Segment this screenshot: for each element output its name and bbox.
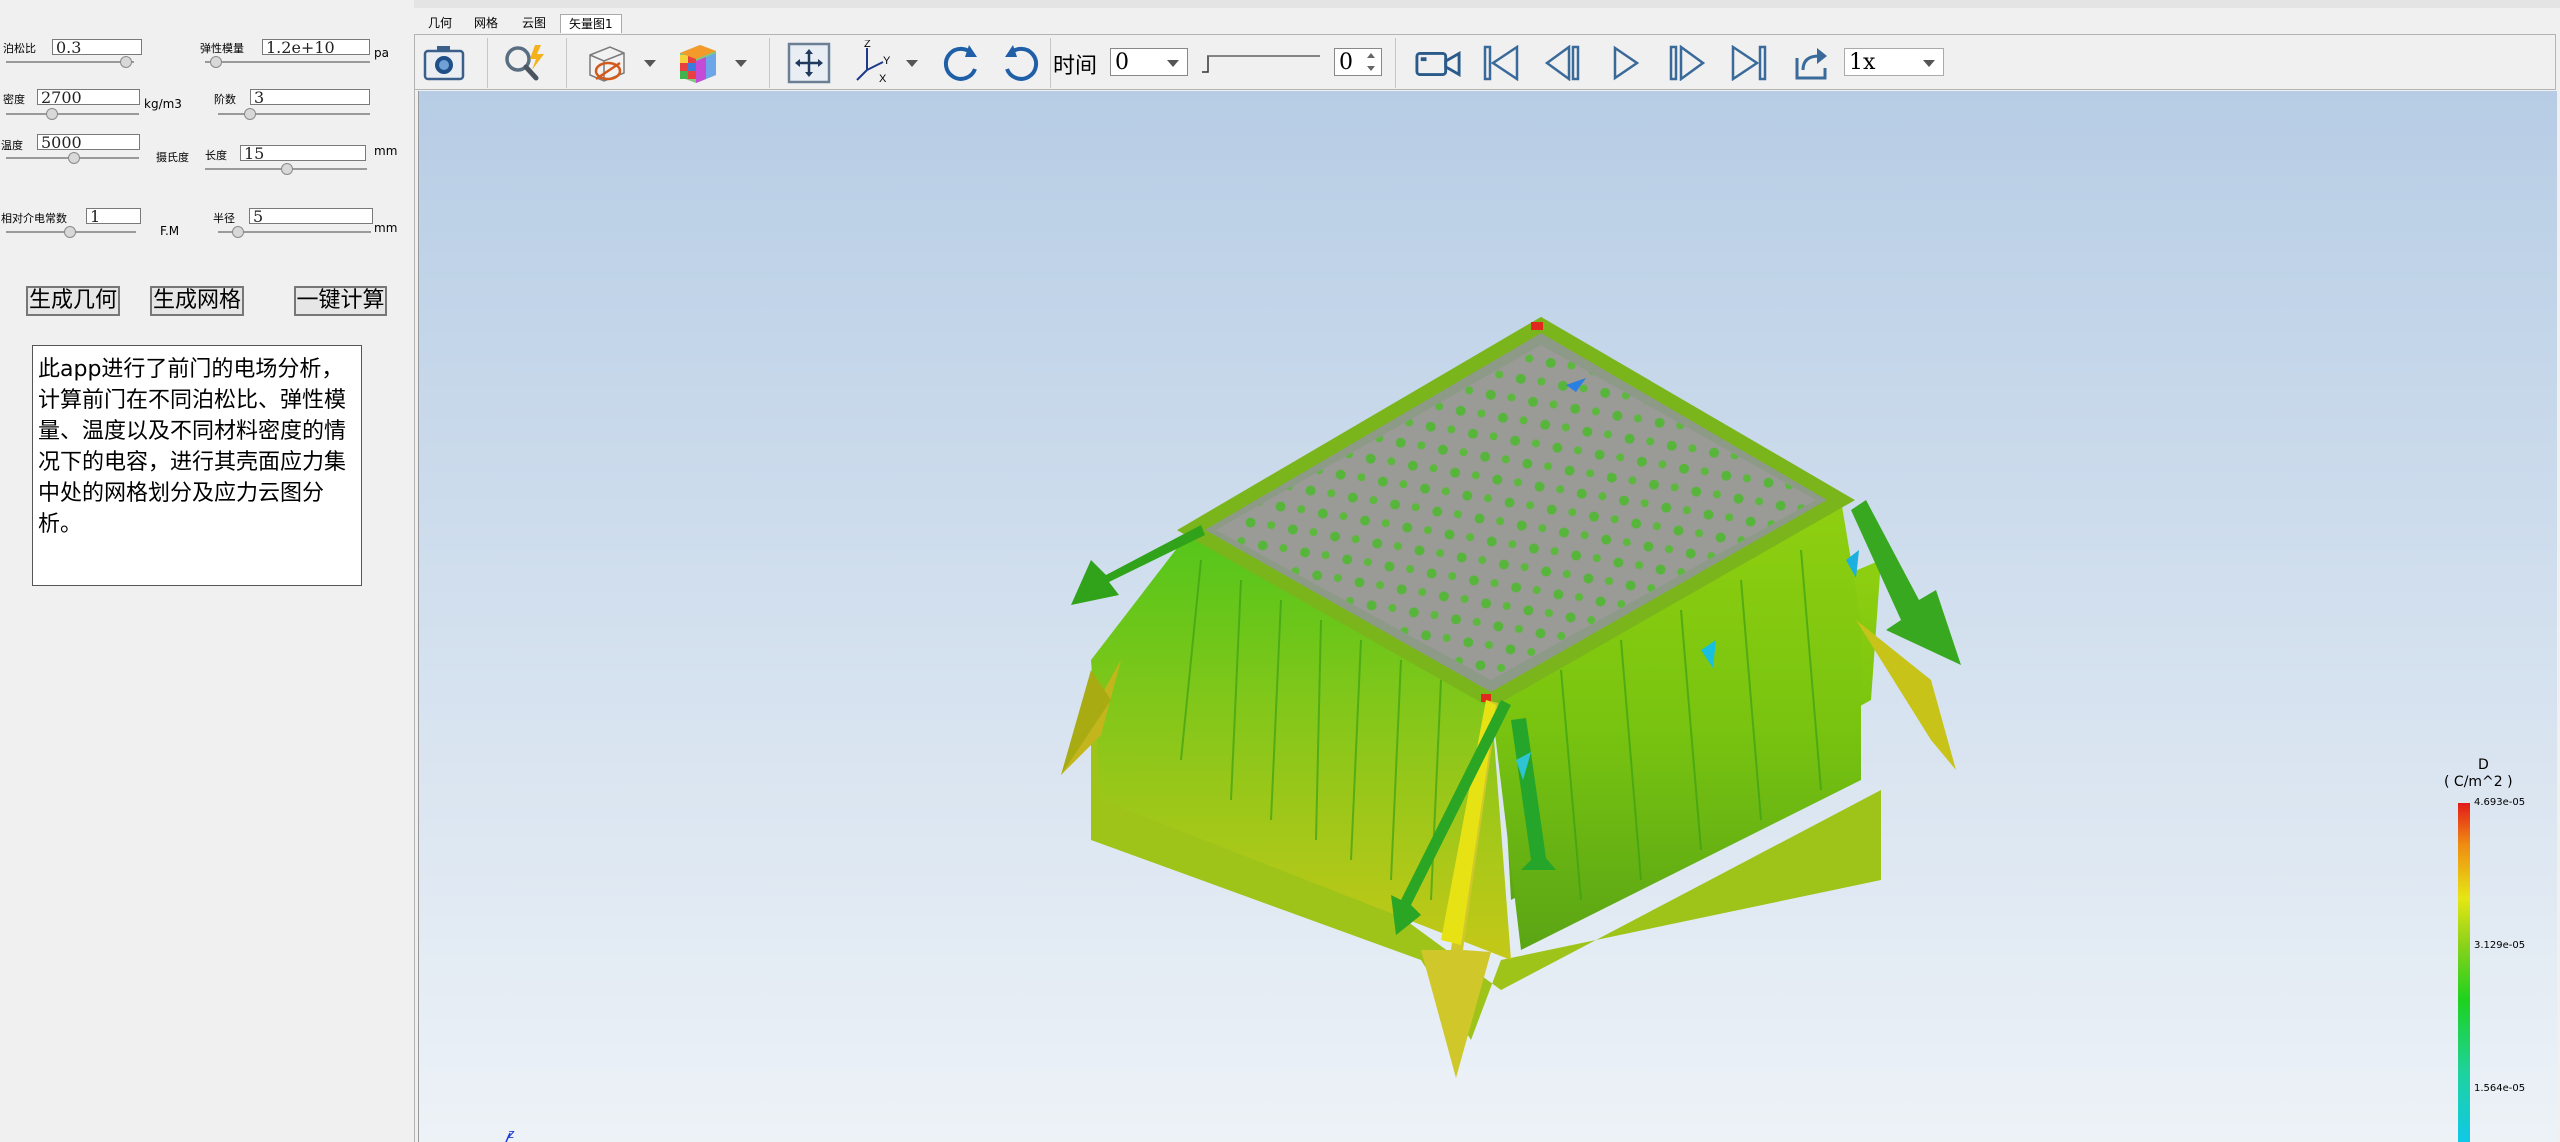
time-slider[interactable] <box>1202 52 1320 74</box>
first-frame-icon[interactable] <box>1478 40 1524 86</box>
toolbar-separator <box>487 38 488 88</box>
frame-spinbox[interactable]: 0 <box>1334 48 1382 76</box>
modulus-input[interactable]: 1.2e+10 <box>262 39 370 55</box>
tab-vector-plot[interactable]: 矢量图1 <box>560 14 622 33</box>
temperature-input[interactable]: 5000 <box>37 134 140 150</box>
density-slider[interactable] <box>6 108 139 120</box>
generate-mesh-button[interactable]: 生成网格 <box>150 286 244 316</box>
temperature-label: 温度 <box>1 139 23 152</box>
modulus-slider[interactable] <box>205 56 370 68</box>
rotate-clockwise-icon[interactable] <box>938 40 984 86</box>
modulus-label: 弹性模量 <box>200 42 244 55</box>
tab-contour[interactable]: 云图 <box>514 14 554 32</box>
order-input[interactable]: 3 <box>250 89 370 105</box>
next-frame-icon[interactable] <box>1664 40 1710 86</box>
description-box: 此app进行了前门的电场分析，计算前门在不同泊松比、弹性模量、温度以及不同材料密… <box>32 345 362 586</box>
tab-geometry[interactable]: 几何 <box>420 14 460 32</box>
generate-geometry-button[interactable]: 生成几何 <box>26 286 120 316</box>
color-cube-icon[interactable] <box>675 40 721 86</box>
toolbar-separator <box>769 38 770 88</box>
time-label: 时间 <box>1053 54 1098 79</box>
legend-unit: ( C/m^2 ) <box>2444 774 2513 790</box>
toolbar-separator <box>1395 38 1396 88</box>
density-input[interactable]: 2700 <box>37 89 140 105</box>
order-label: 阶数 <box>214 93 236 106</box>
tab-mesh[interactable]: 网格 <box>466 14 506 32</box>
playback-speed-value: 1x <box>1849 50 1876 75</box>
legend-title: D <box>2478 757 2489 773</box>
axes-orientation-icon[interactable]: Z YX <box>852 40 898 86</box>
toolbar-separator <box>1050 38 1051 88</box>
poisson-input[interactable]: 0.3 <box>52 39 142 55</box>
poisson-slider[interactable] <box>6 56 134 68</box>
axes-dropdown-chevron-icon[interactable] <box>906 60 918 67</box>
export-share-icon[interactable] <box>1788 40 1834 86</box>
legend-mid-label: 3.129e-05 <box>2474 940 2526 951</box>
density-unit: kg/m3 <box>144 97 182 111</box>
one-click-compute-button[interactable]: 一键计算 <box>294 286 387 316</box>
permittivity-unit: F.M <box>160 224 180 238</box>
legend-max-label: 4.693e-05 <box>2474 797 2526 808</box>
vector-field-render: z <box>505 316 1961 1142</box>
time-select[interactable]: 0 <box>1110 48 1188 76</box>
celsius-label: 摄氏度 <box>156 151 189 164</box>
color-legend: D ( C/m^2 ) 4.693e-05 3.129e-05 1.564e-0… <box>2436 755 2556 1142</box>
viewport-3d[interactable]: z <box>418 91 2557 1142</box>
spin-down-icon[interactable] <box>1367 66 1375 71</box>
legend-color-bar <box>2458 803 2470 1142</box>
radius-label: 半径 <box>213 212 235 225</box>
play-icon[interactable] <box>1602 40 1648 86</box>
axis-z-label: Z <box>864 40 871 50</box>
axis-y-label: Y <box>883 55 891 67</box>
radius-input[interactable]: 5 <box>249 208 373 224</box>
length-unit: mm <box>374 144 398 158</box>
permittivity-input[interactable]: 1 <box>86 208 141 224</box>
toolbar-separator <box>566 38 567 88</box>
fit-view-icon[interactable] <box>786 40 832 86</box>
color-dropdown-chevron-icon[interactable] <box>735 60 747 67</box>
temperature-slider[interactable] <box>6 152 139 164</box>
legend-min-label: 1.564e-05 <box>2474 1083 2526 1094</box>
length-slider[interactable] <box>205 163 367 175</box>
permittivity-slider[interactable] <box>6 226 136 238</box>
rotate-counterclockwise-icon[interactable] <box>998 40 1044 86</box>
previous-frame-icon[interactable] <box>1540 40 1586 86</box>
axis-x-label: X <box>879 73 887 85</box>
order-slider[interactable] <box>218 108 370 120</box>
time-select-value: 0 <box>1115 50 1129 75</box>
zoom-search-icon[interactable] <box>502 40 548 86</box>
modulus-unit: pa <box>374 46 389 60</box>
display-dropdown-chevron-icon[interactable] <box>644 60 656 67</box>
spin-up-icon[interactable] <box>1367 53 1375 58</box>
display-cube-icon[interactable] <box>584 40 630 86</box>
length-input[interactable]: 15 <box>240 145 366 161</box>
length-label: 长度 <box>205 149 227 162</box>
screenshot-camera-icon[interactable] <box>421 40 467 86</box>
last-frame-icon[interactable] <box>1726 40 1772 86</box>
description-text: 此app进行了前门的电场分析，计算前门在不同泊松比、弹性模量、温度以及不同材料密… <box>38 357 347 537</box>
poisson-label: 泊松比 <box>3 42 36 55</box>
radius-unit: mm <box>374 221 398 235</box>
top-strip <box>414 0 2560 34</box>
frame-spinbox-value: 0 <box>1339 50 1353 75</box>
record-video-icon[interactable] <box>1415 40 1461 86</box>
radius-slider[interactable] <box>218 226 371 238</box>
density-label: 密度 <box>3 93 25 106</box>
playback-speed-select[interactable]: 1x <box>1844 48 1944 76</box>
permittivity-label: 相对介电常数 <box>1 212 67 225</box>
